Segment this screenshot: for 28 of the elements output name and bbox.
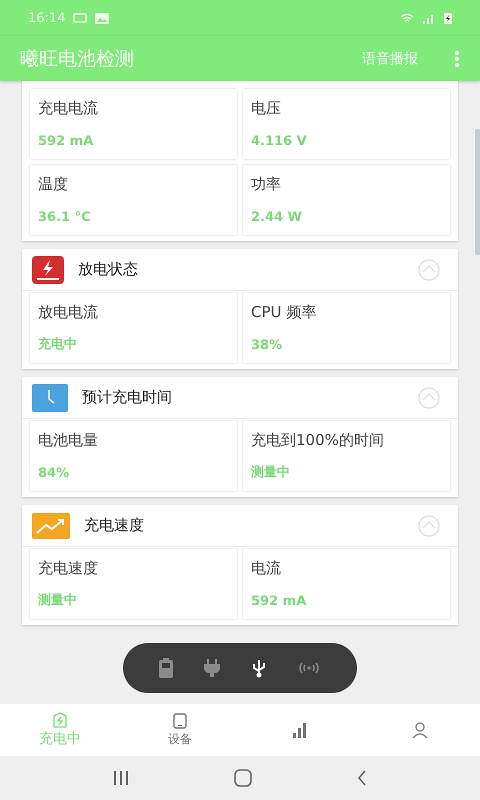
section-title: 预计充电时间 [82, 388, 173, 407]
metric-label: 电压 [251, 99, 282, 118]
metric-label: 充电电流 [38, 99, 99, 118]
app-title: 曦旺电池检测 [20, 46, 135, 72]
status-time: 16:14 [28, 10, 66, 26]
metric-label: 功率 [251, 175, 282, 194]
section-title: 放电状态 [78, 260, 139, 279]
metric-value: 测量中 [251, 464, 291, 481]
metric-value: 测量中 [38, 592, 78, 609]
metric-label: 充电到100%的时间 [251, 431, 385, 450]
nav-tab[interactable]: 设备 [120, 704, 240, 756]
metric-value: 38% [251, 338, 284, 353]
metric-value: 592 mA [38, 134, 94, 149]
metric-value: 充电中 [38, 336, 78, 353]
metric-value: 4.116 V [251, 134, 308, 149]
voice-broadcast-button[interactable]: 语音播报 [356, 46, 424, 72]
metric-label: 放电电流 [38, 303, 99, 322]
section-title: 充电速度 [84, 516, 145, 535]
nav-tab[interactable]: 充电中 [0, 704, 120, 756]
metric-label: 电池电量 [38, 431, 99, 450]
metric-value: 84% [38, 466, 70, 481]
metric-value: 36.1 °C [38, 210, 92, 225]
metric-label: 充电速度 [38, 559, 99, 578]
metric-value: 2.44 W [251, 210, 303, 225]
metric-label: 电流 [251, 559, 282, 578]
metric-label: CPU 频率 [251, 303, 318, 322]
metric-value: 592 mA [251, 594, 308, 609]
metric-label: 温度 [38, 175, 69, 194]
